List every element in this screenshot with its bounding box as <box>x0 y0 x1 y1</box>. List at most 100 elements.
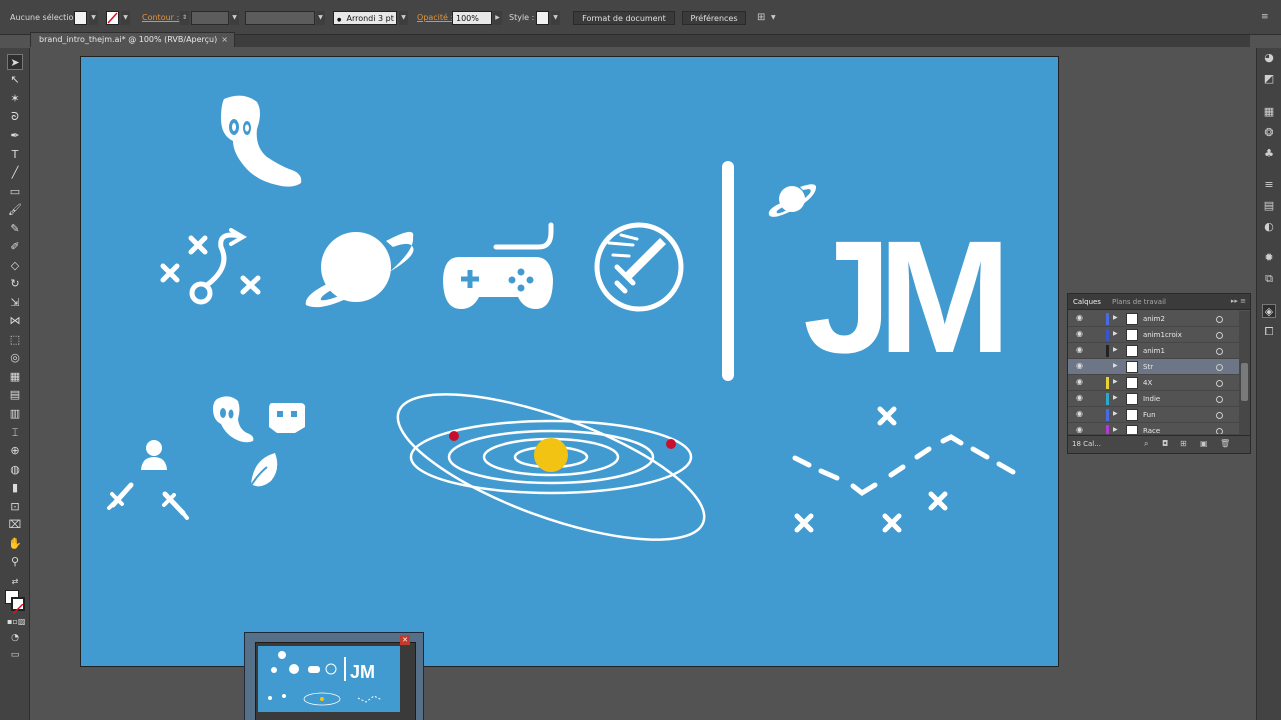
style-dropdown[interactable]: ▼ <box>551 11 560 25</box>
document-setup-button[interactable]: Format de document <box>573 11 675 25</box>
fill-swatch[interactable] <box>74 11 87 25</box>
arrange-icon[interactable]: ⊞ <box>757 11 765 25</box>
panel-menu-icon[interactable]: ▼ <box>771 11 776 25</box>
close-preview-icon[interactable]: ✕ <box>400 635 410 645</box>
brushes-icon[interactable]: ◩ <box>1262 72 1276 86</box>
stroke-weight-field[interactable] <box>191 11 229 25</box>
fill-dropdown[interactable]: ▼ <box>89 11 98 25</box>
width-tool-icon[interactable]: ⋈ <box>7 313 23 329</box>
logo-divider[interactable] <box>722 161 734 381</box>
stroke-link[interactable]: Contour : <box>142 11 179 25</box>
eyedropper-tool-icon[interactable]: ⌶ <box>7 425 23 441</box>
blob-brush-tool-icon[interactable]: ✐ <box>7 239 23 255</box>
mesh-tool-icon[interactable]: ▥ <box>7 406 23 422</box>
expand-triangle-icon[interactable]: ▶ <box>1113 314 1118 321</box>
sword-left-icon[interactable] <box>107 482 134 510</box>
preferences-button[interactable]: Préférences <box>682 11 746 25</box>
rotate-tool-icon[interactable]: ↻ <box>7 276 23 292</box>
expand-triangle-icon[interactable]: ▶ <box>1113 362 1118 369</box>
artboard-tool-icon[interactable]: ⊡ <box>7 499 23 515</box>
layers-scrollbar[interactable] <box>1239 311 1250 435</box>
swatches-icon[interactable]: ▦ <box>1262 105 1276 119</box>
expand-triangle-icon[interactable]: ▶ <box>1113 394 1118 401</box>
visibility-eye-icon[interactable]: ◉ <box>1076 361 1083 370</box>
layer-row[interactable]: ◉ ▶ anim2 <box>1068 311 1239 327</box>
stroke-panel-icon[interactable]: ≡ <box>1262 178 1276 192</box>
layer-row[interactable]: ◉ ▶ Indie <box>1068 391 1239 407</box>
brush-profile-dropdown[interactable]: ▼ <box>399 11 408 25</box>
navigator-preview[interactable]: ✕ JM <box>244 632 424 720</box>
jm-logo-text[interactable]: JM <box>803 207 1015 386</box>
visibility-eye-icon[interactable]: ◉ <box>1076 393 1083 402</box>
sword-badge-icon[interactable] <box>594 222 684 312</box>
blend-tool-icon[interactable]: ⊕ <box>7 443 23 459</box>
target-circle-icon[interactable] <box>1216 348 1223 355</box>
expand-triangle-icon[interactable]: ▶ <box>1113 346 1118 353</box>
target-circle-icon[interactable] <box>1216 316 1223 323</box>
rectangle-tool-icon[interactable]: ▭ <box>7 184 23 200</box>
lasso-tool-icon[interactable]: ᘐ <box>7 109 23 125</box>
layer-row[interactable]: ◉ ▶ Race <box>1068 423 1239 435</box>
paintbrush-tool-icon[interactable]: 🖌 <box>7 202 23 218</box>
stroke-weight-stepper[interactable]: ⇕ <box>180 11 189 25</box>
opacity-dropdown[interactable]: ▶ <box>493 11 502 25</box>
sword-right-icon[interactable] <box>162 491 189 520</box>
layer-row[interactable]: ◉ ▶ anim1 <box>1068 343 1239 359</box>
delete-layer-icon[interactable]: 🗑 <box>1220 439 1230 448</box>
gradient-panel-icon[interactable]: ▤ <box>1262 199 1276 213</box>
hand-tool-icon[interactable]: ✋ <box>7 536 23 552</box>
style-swatch[interactable] <box>536 11 549 25</box>
stroke-color-icon[interactable] <box>11 597 25 615</box>
expand-triangle-icon[interactable]: ▶ <box>1113 330 1118 337</box>
transparency-icon[interactable]: ◐ <box>1262 220 1276 234</box>
color-guide-icon[interactable]: ◕ <box>1262 51 1276 65</box>
close-tab-icon[interactable]: × <box>221 33 228 47</box>
align-icon[interactable]: ⧉ <box>1262 272 1276 286</box>
treasure-map-icon[interactable] <box>792 406 1016 533</box>
visibility-eye-icon[interactable]: ◉ <box>1076 409 1083 418</box>
layers-panel-icon[interactable]: ◈ <box>1262 304 1276 318</box>
layer-row-selected[interactable]: ◉ ▶ Str <box>1068 359 1239 375</box>
control-menu-icon[interactable]: ≡ <box>1261 10 1269 24</box>
panel-menu-icon[interactable]: ▸▸ ≡ <box>1231 297 1246 305</box>
layer-row[interactable]: ◉ ▶ 4X <box>1068 375 1239 391</box>
target-circle-icon[interactable] <box>1216 396 1223 403</box>
stroke-swatch[interactable] <box>106 11 119 25</box>
clipping-mask-icon[interactable]: ◘ <box>1162 439 1168 448</box>
layer-row[interactable]: ◉ ▶ Fun <box>1068 407 1239 423</box>
target-circle-icon[interactable] <box>1216 364 1223 371</box>
tab-artboards[interactable]: Plans de travail <box>1112 298 1166 306</box>
locate-object-icon[interactable]: ⌕ <box>1144 439 1148 449</box>
tab-layers[interactable]: Calques <box>1073 298 1101 306</box>
pen-tool-icon[interactable]: ✒ <box>7 128 23 144</box>
eraser-tool-icon[interactable]: ◇ <box>7 258 23 274</box>
selection-tool-icon[interactable]: ➤ <box>7 54 23 70</box>
zoom-tool-icon[interactable]: ⚲ <box>7 554 23 570</box>
layer-row[interactable]: ◉ ▶ anim1croix <box>1068 327 1239 343</box>
planet-dot-right[interactable] <box>666 439 676 449</box>
stroke-weight-dropdown[interactable]: ▼ <box>230 11 239 25</box>
graph-tool-icon[interactable]: ▮ <box>7 480 23 496</box>
worm-mascot-icon[interactable] <box>221 95 302 187</box>
type-tool-icon[interactable]: T <box>7 147 23 163</box>
graphic-styles-icon[interactable]: ♣ <box>1262 147 1276 161</box>
symbol-sprayer-tool-icon[interactable]: ◍ <box>7 462 23 478</box>
worm-small-icon[interactable] <box>213 396 254 443</box>
expand-triangle-icon[interactable]: ▶ <box>1113 410 1118 417</box>
sun-dot[interactable] <box>534 438 568 472</box>
new-layer-icon[interactable]: ▣ <box>1200 439 1208 448</box>
document-tab[interactable]: brand_intro_thejm.ai* @ 100% (RVB/Aperçu… <box>30 32 235 47</box>
variable-width-field[interactable] <box>245 11 315 25</box>
target-circle-icon[interactable] <box>1216 428 1223 434</box>
appearance-icon[interactable]: ✹ <box>1262 251 1276 265</box>
gamepad-icon[interactable] <box>443 222 554 309</box>
shape-builder-tool-icon[interactable]: ◎ <box>7 350 23 366</box>
stroke-dropdown[interactable]: ▼ <box>121 11 130 25</box>
color-mode-icon[interactable]: ▪▫▨ <box>7 614 25 630</box>
target-circle-icon[interactable] <box>1216 332 1223 339</box>
visibility-eye-icon[interactable]: ◉ <box>1076 425 1083 434</box>
visibility-eye-icon[interactable]: ◉ <box>1076 345 1083 354</box>
line-tool-icon[interactable]: ╱ <box>7 165 23 181</box>
target-circle-icon[interactable] <box>1216 412 1223 419</box>
leaf-icon[interactable] <box>248 453 278 490</box>
